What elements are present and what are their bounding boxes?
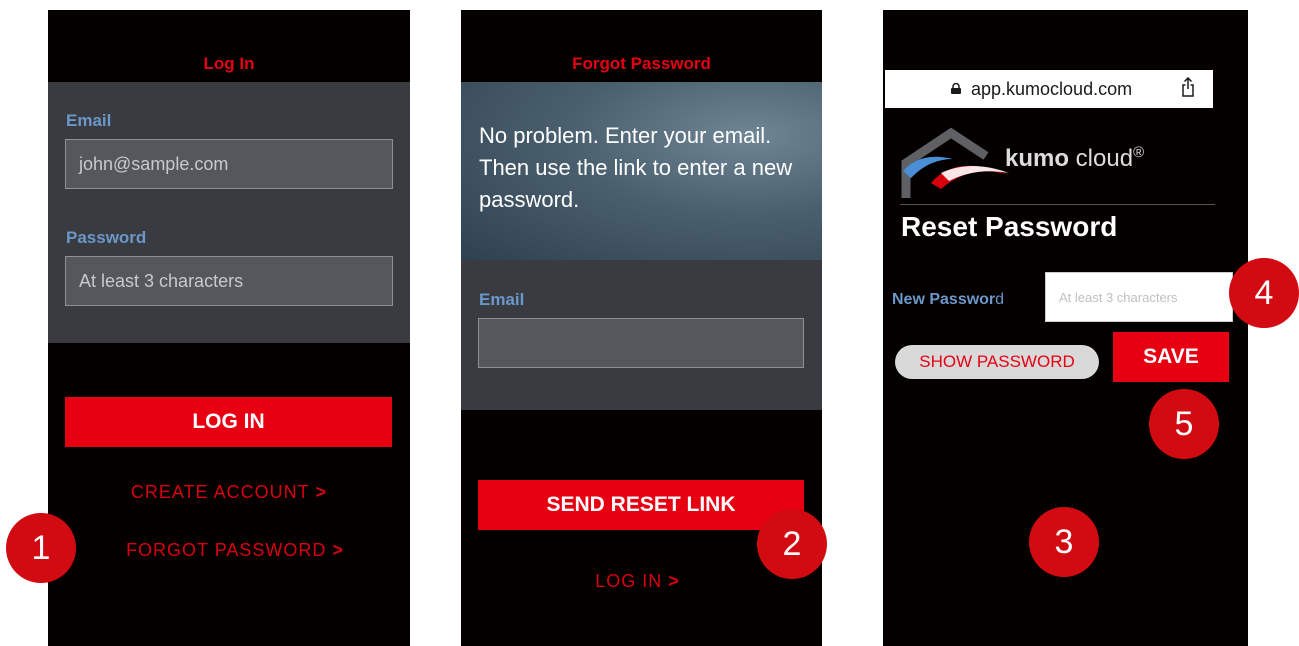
chevron-right-icon: > bbox=[668, 571, 680, 591]
login-title: Log In bbox=[203, 54, 255, 73]
step-badge-1: 1 bbox=[6, 513, 76, 583]
new-password-label-bold: New Passwor bbox=[892, 291, 996, 308]
forgot-form-panel: Email bbox=[461, 260, 822, 410]
forgot-password-link[interactable]: FORGOT PASSWORD > bbox=[60, 540, 410, 561]
password-label: Password bbox=[66, 228, 147, 247]
step-badge-2: 2 bbox=[757, 509, 827, 579]
login-screen: Log In Email john@sample.com Password At… bbox=[48, 10, 410, 646]
login-form-panel: Email john@sample.com Password At least … bbox=[48, 82, 410, 343]
forgot-title: Forgot Password bbox=[572, 54, 711, 73]
save-button[interactable]: SAVE bbox=[1113, 332, 1229, 382]
reset-password-title: Reset Password bbox=[901, 211, 1118, 242]
step-badge-3: 3 bbox=[1029, 507, 1099, 577]
show-password-button[interactable]: SHOW PASSWORD bbox=[895, 345, 1099, 379]
new-password-input[interactable]: At least 3 characters bbox=[1045, 272, 1233, 322]
hero-banner: No problem. Enter your email. Then use t… bbox=[461, 82, 822, 260]
email-label: Email bbox=[479, 290, 525, 309]
new-password-placeholder: At least 3 characters bbox=[1059, 289, 1178, 305]
brand-rest: cloud bbox=[1069, 145, 1134, 172]
forgot-password-label: FORGOT PASSWORD bbox=[126, 540, 327, 560]
email-value: john@sample.com bbox=[79, 153, 229, 174]
login-link[interactable]: LOG IN > bbox=[461, 571, 822, 592]
step-badge-4: 4 bbox=[1229, 258, 1299, 328]
chevron-right-icon: > bbox=[315, 482, 328, 502]
new-password-label-tail: d bbox=[995, 291, 1005, 308]
chevron-right-icon: > bbox=[332, 540, 344, 560]
brand-bold: kumo bbox=[1005, 145, 1070, 172]
kumo-cloud-brand: kumo cloud® bbox=[1005, 144, 1144, 173]
password-field[interactable]: At least 3 characters bbox=[65, 256, 393, 306]
brand-mark: ® bbox=[1133, 144, 1145, 161]
divider bbox=[900, 204, 1215, 205]
send-reset-link-button[interactable]: SEND RESET LINK bbox=[478, 480, 804, 530]
login-link-label: LOG IN bbox=[595, 571, 663, 591]
create-account-link[interactable]: CREATE ACCOUNT > bbox=[48, 482, 410, 503]
new-password-label: New Password bbox=[892, 291, 1004, 309]
lock-icon bbox=[951, 83, 961, 94]
login-button[interactable]: LOG IN bbox=[65, 397, 392, 447]
kumo-house-logo-icon bbox=[901, 127, 1009, 198]
email-label: Email bbox=[66, 111, 112, 130]
create-account-label: CREATE ACCOUNT bbox=[130, 482, 310, 502]
url-text: app.kumocloud.com bbox=[971, 79, 1133, 99]
email-field[interactable]: john@sample.com bbox=[65, 139, 393, 189]
step-badge-5: 5 bbox=[1149, 389, 1219, 459]
email-field[interactable] bbox=[478, 318, 804, 368]
browser-url-bar[interactable]: app.kumocloud.com bbox=[885, 70, 1213, 108]
password-placeholder: At least 3 characters bbox=[79, 270, 244, 291]
forgot-message: No problem. Enter your email. Then use t… bbox=[479, 123, 793, 212]
share-icon[interactable] bbox=[1181, 77, 1195, 97]
